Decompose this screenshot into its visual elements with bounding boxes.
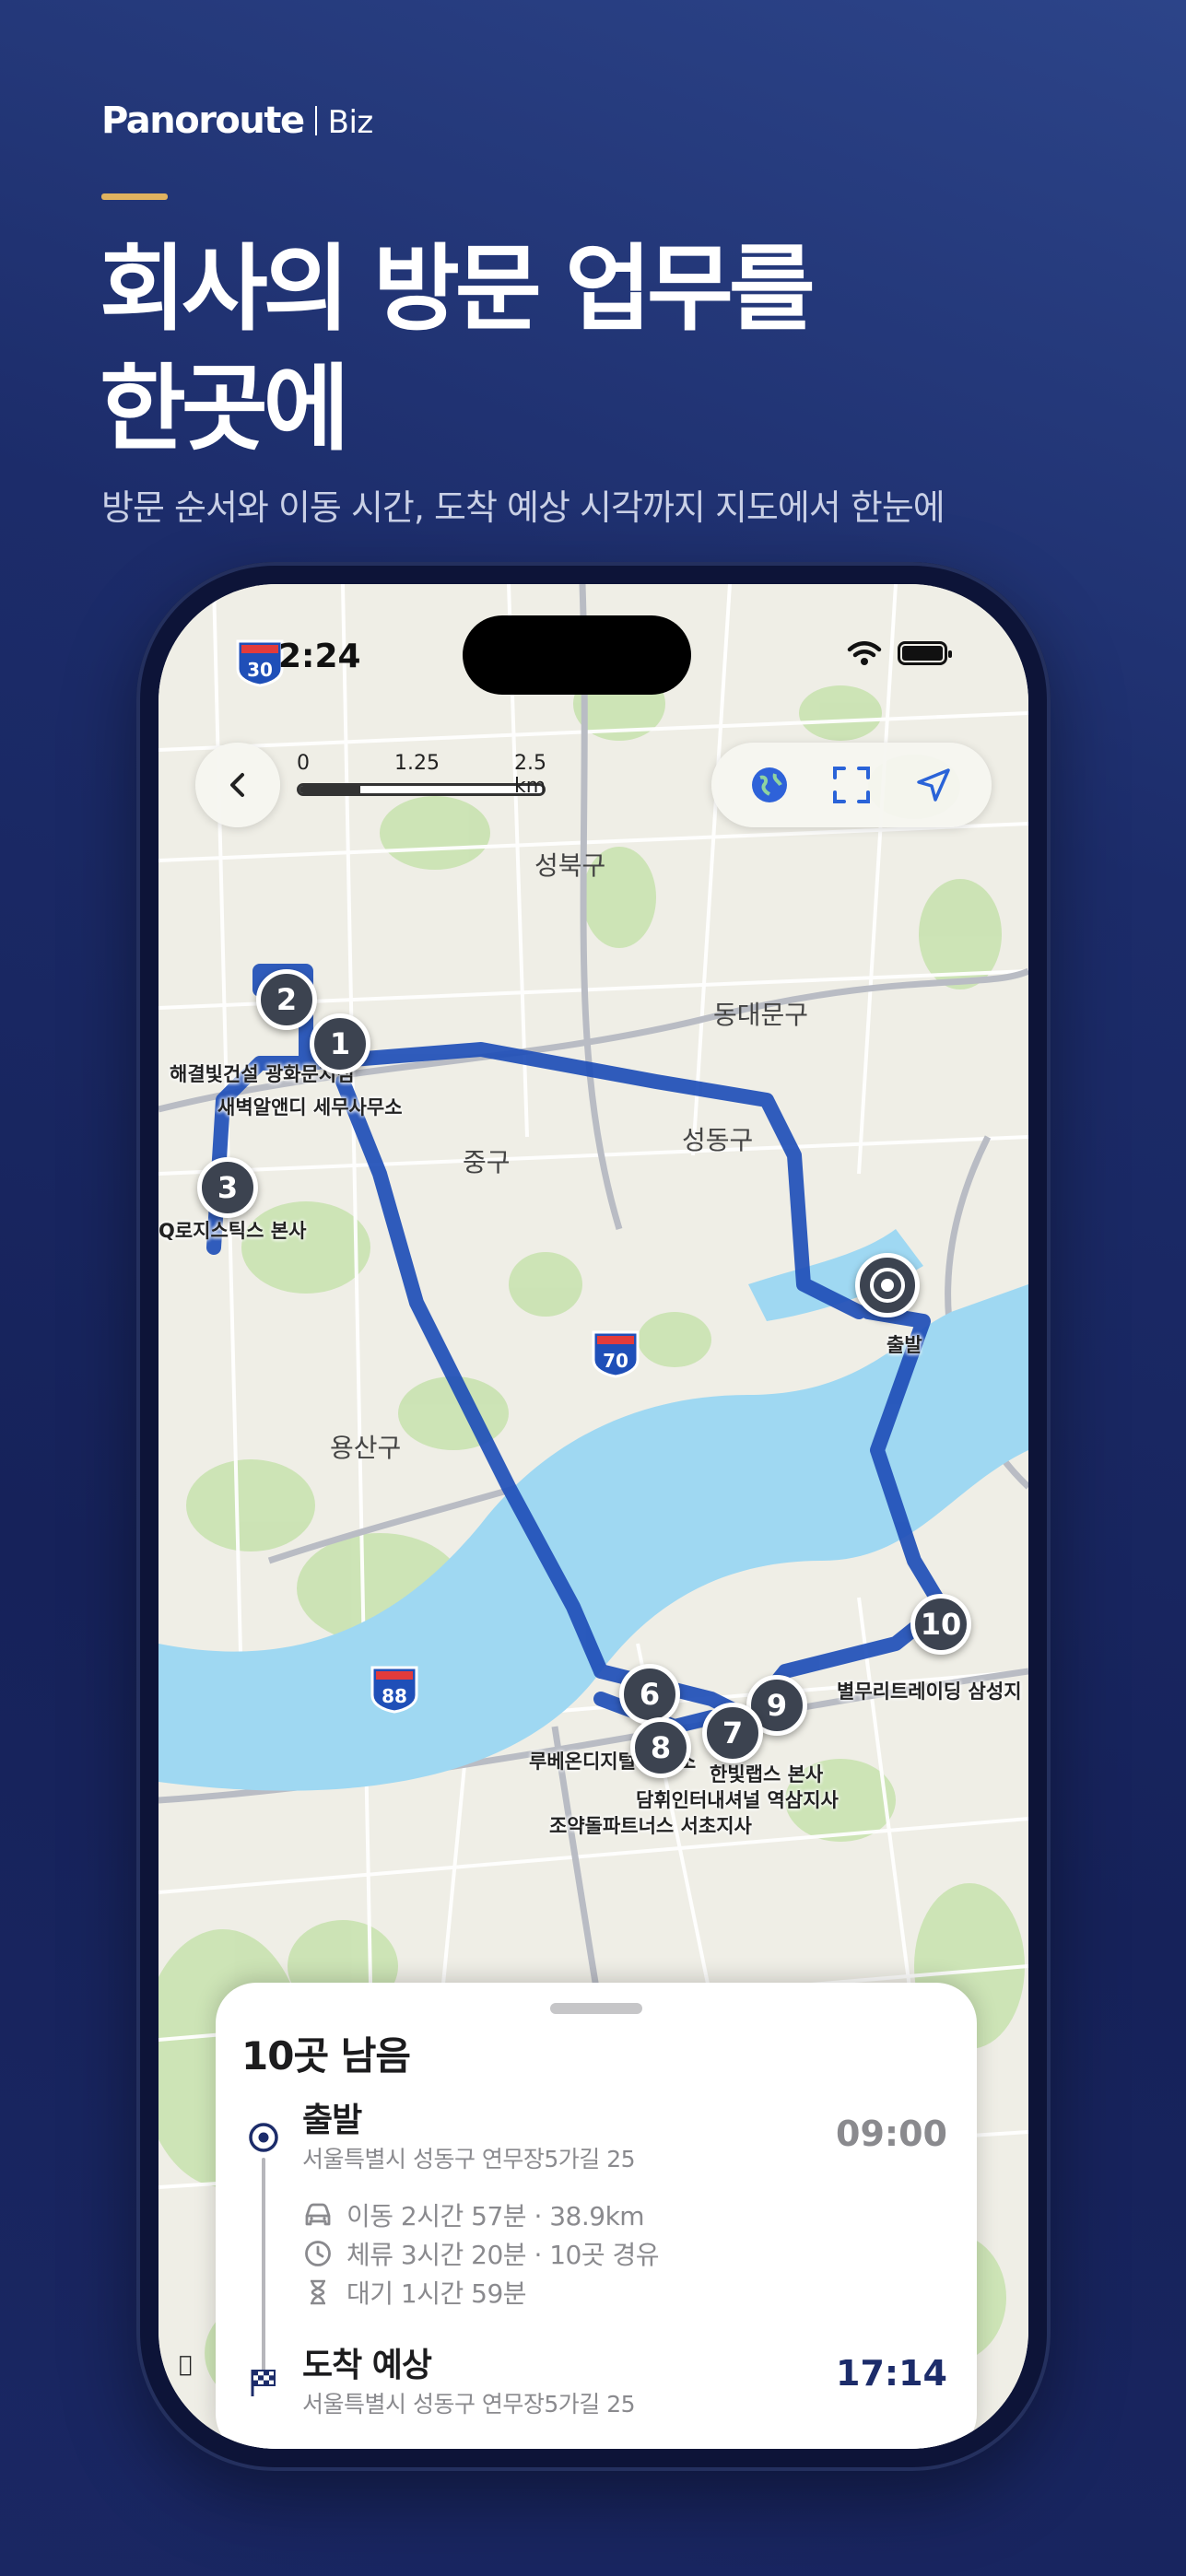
phone-screen: 30 70 88 성북구 동대문구 중구 성동구 용산구 해결빛건설 광화문지점…	[159, 584, 1028, 2449]
poi-label-stop-7: 한빛랩스 본사	[710, 1763, 824, 1786]
district-junggu: 중구	[463, 1147, 511, 1177]
highway-shield-88: 88	[370, 1666, 418, 1714]
stop-marker-8[interactable]: 8	[630, 1717, 691, 1778]
scale-label-1: 1.25	[394, 752, 440, 775]
route-summary-sheet[interactable]: 10곳 남음 출발 서울특별시 성동구 연무장5가길 25 09:00 이동 2…	[216, 1983, 977, 2449]
map-scale: 0 1.25 2.5 km	[297, 752, 546, 798]
dynamic-island	[463, 615, 691, 695]
district-yongsan: 용산구	[330, 1433, 402, 1463]
scale-label-0: 0	[297, 752, 310, 775]
status-time: 2:24	[278, 638, 361, 675]
stop-marker-2[interactable]: 2	[256, 969, 317, 1030]
clock-icon	[302, 2238, 334, 2269]
battery-icon	[898, 641, 952, 665]
globe-button[interactable]	[742, 757, 797, 813]
locate-button[interactable]	[906, 757, 961, 813]
start-title: 출발	[302, 2102, 362, 2139]
stat-stay: 체류 3시간 20분 · 10곳 경유	[302, 2235, 660, 2272]
arrival-title: 도착 예상	[302, 2347, 432, 2384]
sheet-handle[interactable]	[550, 2003, 642, 2014]
car-icon	[302, 2199, 334, 2231]
globe-icon	[751, 767, 787, 802]
poi-label-cluster-b: 새벽알앤디 세무사무소	[217, 1096, 403, 1118]
fit-route-button[interactable]	[824, 757, 879, 813]
stat-wait-text: 대기 1시간 59분	[346, 2278, 527, 2309]
headline-line-1: 회사의 방문 업무를	[100, 235, 816, 345]
apple-maps-logo: 	[179, 2351, 192, 2377]
brand-name: Panoroute	[101, 100, 305, 142]
status-icons	[846, 639, 952, 667]
stop-marker-7[interactable]: 7	[702, 1703, 763, 1763]
stat-travel: 이동 2시간 57분 · 38.9km	[302, 2196, 645, 2233]
location-arrow-icon	[917, 768, 951, 802]
accent-bar	[101, 193, 168, 200]
poi-label-stop-8: 담휘인터내셔널 역삼지사	[636, 1789, 839, 1811]
arrival-address: 서울특별시 성동구 연무장5가길 25	[302, 2391, 636, 2418]
logo-divider	[314, 106, 317, 135]
stop-marker-6[interactable]: 6	[619, 1664, 680, 1725]
stop-marker-1[interactable]: 1	[310, 1013, 370, 1074]
district-seongdong: 성동구	[682, 1125, 754, 1155]
svg-text:30: 30	[247, 659, 273, 681]
stat-stay-text: 체류 3시간 20분 · 10곳 경유	[346, 2240, 660, 2270]
remaining-stops: 10곳 남음	[241, 2033, 411, 2078]
stat-travel-text: 이동 2시간 57분 · 38.9km	[346, 2201, 645, 2231]
start-marker[interactable]	[855, 1253, 920, 1317]
poi-label-stop-8b: 조약돌파트너스 서초지사	[549, 1815, 752, 1837]
target-icon	[870, 1268, 905, 1303]
poi-label-stop-10: 별무리트레이딩 삼성지	[837, 1680, 1022, 1703]
district-seongbuk: 성북구	[534, 850, 606, 881]
back-button[interactable]	[195, 743, 280, 827]
phone-frame: 30 70 88 성북구 동대문구 중구 성동구 용산구 해결빛건설 광화문지점…	[136, 562, 1051, 2471]
start-time: 09:00	[836, 2113, 947, 2154]
start-address: 서울특별시 성동구 연무장5가길 25	[302, 2146, 636, 2172]
scale-label-2: 2.5 km	[514, 752, 546, 798]
finish-flag-icon	[245, 2364, 282, 2401]
svg-text:70: 70	[603, 1350, 628, 1372]
poi-label-stop-3: Q로지스틱스 본사	[159, 1220, 307, 1242]
timeline-line	[262, 2158, 265, 2375]
start-target-icon	[245, 2119, 282, 2156]
stat-wait: 대기 1시간 59분	[302, 2274, 527, 2311]
panoroute-logo: Panoroute Biz	[101, 100, 373, 142]
hourglass-icon	[302, 2277, 334, 2308]
subheadline: 방문 순서와 이동 시간, 도착 예상 시각까지 지도에서 한눈에	[101, 487, 945, 528]
headline: 회사의 방문 업무를 한곳에	[100, 230, 816, 470]
headline-line-2: 한곳에	[100, 355, 350, 464]
map-tools	[711, 743, 992, 827]
district-dongdaemun: 동대문구	[713, 1000, 809, 1030]
svg-text:88: 88	[382, 1685, 407, 1707]
highway-shield-70: 70	[592, 1330, 640, 1378]
poi-label-start: 출발	[887, 1334, 922, 1356]
chevron-left-icon	[230, 773, 244, 797]
brand-sub: Biz	[327, 104, 374, 141]
wifi-icon	[847, 641, 882, 665]
stop-marker-10[interactable]: 10	[910, 1594, 971, 1655]
fullscreen-icon	[832, 767, 870, 803]
stop-marker-3[interactable]: 3	[197, 1157, 258, 1218]
arrival-time: 17:14	[836, 2353, 947, 2394]
